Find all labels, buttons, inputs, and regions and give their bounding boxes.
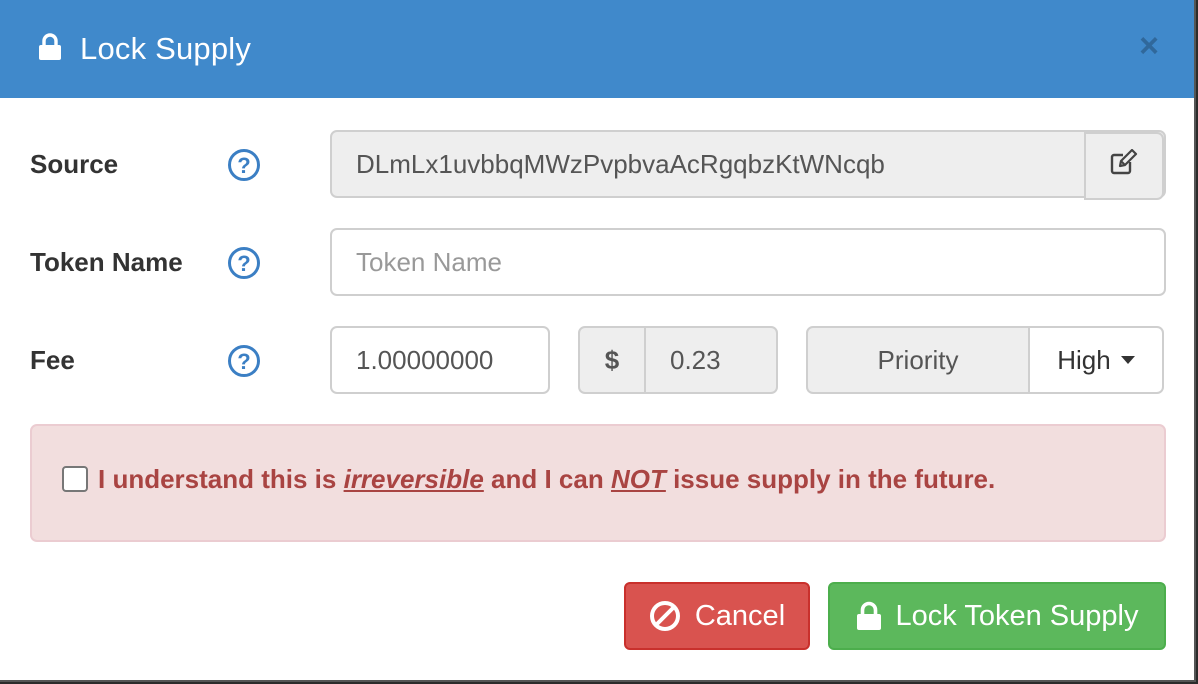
lock-token-supply-button[interactable]: Lock Token Supply <box>828 582 1166 650</box>
fee-label: Fee <box>30 345 75 375</box>
token-name-row: Token Name ? <box>30 228 1166 296</box>
token-name-input[interactable] <box>330 228 1166 296</box>
edit-icon <box>1110 134 1138 198</box>
dialog-header: Lock Supply × <box>0 0 1194 98</box>
fee-help-icon[interactable]: ? <box>228 345 260 377</box>
priority-label: Priority <box>806 326 1030 394</box>
warning-text-part: I understand this is <box>98 464 344 494</box>
source-help-icon[interactable]: ? <box>228 149 260 181</box>
token-name-help-icon[interactable]: ? <box>228 247 260 279</box>
lock-icon <box>856 601 882 631</box>
cancel-button-label: Cancel <box>694 599 786 632</box>
warning-emphasis-irreversible: irreversible <box>343 464 484 494</box>
cancel-button[interactable]: Cancel <box>624 582 810 650</box>
fee-input[interactable]: 1.00000000 <box>330 326 550 394</box>
warning-text-part: issue supply in the future. <box>665 464 996 494</box>
lock-supply-dialog: Lock Supply × Source ? DLmLx1uvbbqMWzPvp… <box>0 0 1196 682</box>
source-label: Source <box>30 149 119 179</box>
edit-source-button[interactable] <box>1084 132 1164 200</box>
irreversible-warning: I understand this is irreversible and I … <box>30 424 1166 542</box>
token-name-label: Token Name <box>30 247 183 277</box>
lock-icon <box>38 33 62 61</box>
close-icon[interactable]: × <box>1134 28 1164 64</box>
source-address-value: DLmLx1uvbbqMWzPvpbvaAcRgqbzKtWNcqb <box>356 149 885 179</box>
ban-icon <box>649 600 681 632</box>
usd-fee-value: 0.23 <box>644 326 778 394</box>
dialog-title: Lock Supply <box>80 31 252 66</box>
fee-value: 1.00000000 <box>356 345 494 375</box>
warning-text-part: and I can <box>483 464 611 494</box>
confirm-checkbox[interactable] <box>62 466 88 492</box>
source-row: Source ? DLmLx1uvbbqMWzPvpbvaAcRgqbzKtWN… <box>30 130 1166 200</box>
fee-row: Fee ? 1.00000000 $ 0.23 Priority High <box>30 326 1164 394</box>
source-address-field[interactable]: DLmLx1uvbbqMWzPvpbvaAcRgqbzKtWNcqb <box>330 130 1166 200</box>
dollar-addon: $ <box>578 326 646 394</box>
caret-down-icon <box>1120 356 1135 364</box>
priority-dropdown[interactable]: High <box>1028 326 1164 394</box>
priority-value: High <box>1057 344 1111 375</box>
warning-emphasis-not: NOT <box>610 464 666 494</box>
lock-button-label: Lock Token Supply <box>895 599 1139 632</box>
warning-text: I understand this is irreversible and I … <box>98 464 995 495</box>
